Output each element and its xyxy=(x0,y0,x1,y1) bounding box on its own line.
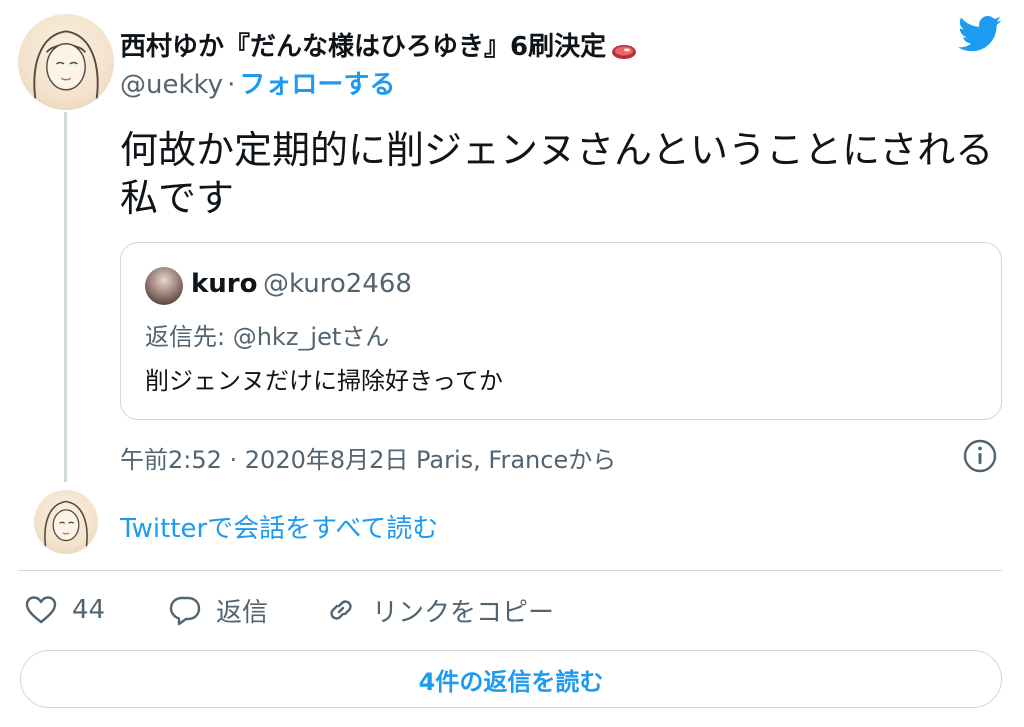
thread-line xyxy=(64,112,67,482)
info-icon[interactable] xyxy=(962,438,998,474)
author-handle[interactable]: @uekky xyxy=(120,70,223,100)
quoted-tweet[interactable]: kuro @kuro2468 返信先: @hkz_jetさん 削ジェンヌだけに掃… xyxy=(120,242,1002,420)
steak-emoji-icon xyxy=(610,38,638,59)
author-name[interactable]: 西村ゆか『だんな様はひろゆき』6刷決定 xyxy=(120,26,638,63)
like-button[interactable]: 44 xyxy=(24,592,105,628)
follow-button[interactable]: フォローする xyxy=(239,70,395,100)
tweet-text: 何故か定期的に削ジェンヌさんということにされる私です xyxy=(120,128,994,220)
heart-icon xyxy=(24,593,58,627)
author-avatar[interactable] xyxy=(18,14,114,110)
author-name-text: 西村ゆか『だんな様はひろゆき』6刷決定 xyxy=(120,32,607,62)
quoted-author-name[interactable]: kuro xyxy=(191,269,258,299)
quoted-author-avatar[interactable] xyxy=(145,267,183,305)
speech-bubble-icon xyxy=(168,593,202,627)
quoted-author-handle[interactable]: @kuro2468 xyxy=(263,269,412,299)
reply-label: 返信 xyxy=(216,597,269,628)
read-conversation-link[interactable]: Twitterで会話をすべて読む xyxy=(120,508,438,545)
copy-link-button[interactable]: リンクをコピー xyxy=(324,592,554,628)
tweet-timestamp[interactable]: 午前2:52 · 2020年8月2日 Paris, Franceから xyxy=(120,440,616,475)
like-count: 44 xyxy=(72,595,106,625)
link-icon xyxy=(324,593,358,627)
read-replies-button[interactable]: 4件の返信を読む xyxy=(20,650,1002,708)
quoted-reply-to: 返信先: @hkz_jetさん xyxy=(145,323,390,351)
copy-link-label: リンクをコピー xyxy=(372,597,555,628)
divider xyxy=(18,570,1002,571)
quoted-tweet-text: 削ジェンヌだけに掃除好きってか xyxy=(145,367,503,395)
handle-row: @uekky · フォローする xyxy=(120,64,395,101)
handle-separator: · xyxy=(227,70,236,100)
twitter-bird-icon[interactable] xyxy=(958,16,1002,52)
reply-button[interactable]: 返信 xyxy=(168,592,268,628)
thread-avatar[interactable] xyxy=(34,490,98,554)
